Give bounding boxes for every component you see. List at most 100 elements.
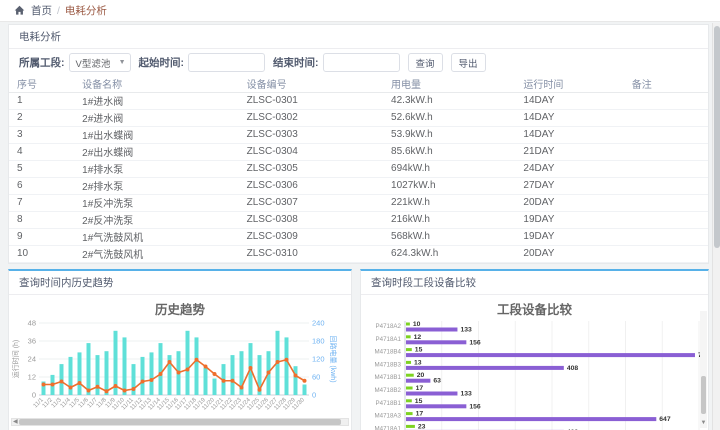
table-cell: 14DAY (515, 92, 623, 109)
table-cell: 1#进水阀 (74, 92, 238, 109)
table-cell: 2#排水泵 (74, 177, 238, 194)
compare-chart: P4718A210133P4718A112156M4718B415747M471… (361, 319, 706, 430)
table-cell: 20DAY (515, 245, 623, 262)
filter-bar: 所属工段: V型滤池 ▼ 起始时间: 结束时间: 查询 导出 (9, 49, 708, 76)
table-cell: 1#反冲洗泵 (74, 194, 238, 211)
table-cell: 568kW.h (383, 228, 515, 245)
table-cell (624, 92, 708, 109)
scroll-down-icon[interactable]: ▼ (700, 420, 707, 426)
table-row[interactable]: 42#出水蝶阀ZLSC-030485.6kW.h21DAY (9, 143, 708, 160)
export-button[interactable]: 导出 (451, 53, 486, 72)
svg-text:M4718B4: M4718B4 (375, 348, 402, 355)
table-row[interactable]: 51#排水泵ZLSC-0305694kW.h24DAY (9, 160, 708, 177)
table-cell (624, 211, 708, 228)
table-cell: ZLSC-0310 (239, 245, 383, 262)
svg-text:M4718B3: M4718B3 (375, 361, 402, 368)
svg-text:20: 20 (417, 372, 425, 379)
svg-text:60: 60 (312, 372, 320, 381)
section-label: 所属工段: (19, 55, 65, 70)
breadcrumb-home[interactable]: 首页 (31, 3, 52, 18)
trend-chart-title: 历史趋势 (9, 295, 351, 319)
svg-text:0: 0 (32, 390, 36, 399)
scrollbar-thumb[interactable] (19, 419, 342, 425)
svg-text:17: 17 (416, 410, 424, 417)
table-cell: 5 (9, 160, 74, 177)
svg-text:36: 36 (28, 336, 36, 345)
scroll-left-icon[interactable]: ◀ (12, 419, 19, 425)
table-header-cell: 备注 (624, 76, 708, 92)
table-cell (624, 194, 708, 211)
svg-text:M4718B1: M4718B1 (375, 374, 402, 381)
table-cell: ZLSC-0301 (239, 92, 383, 109)
table-cell: 8 (9, 211, 74, 228)
query-button[interactable]: 查询 (408, 53, 443, 72)
panel-title: 电耗分析 (9, 25, 708, 49)
svg-text:156: 156 (469, 339, 481, 346)
table-cell: 21DAY (515, 143, 623, 160)
svg-text:13: 13 (414, 359, 422, 366)
svg-text:24: 24 (28, 354, 36, 363)
svg-text:M4718B2: M4718B2 (375, 387, 402, 394)
table-row[interactable]: 22#进水阀ZLSC-030252.6kW.h14DAY (9, 109, 708, 126)
table-cell: ZLSC-0304 (239, 143, 383, 160)
start-time-input[interactable] (188, 53, 265, 72)
section-select-value: V型滤池 (76, 56, 111, 70)
table-cell: ZLSC-0308 (239, 211, 383, 228)
svg-text:运行时间 (h): 运行时间 (h) (11, 339, 20, 378)
table-row[interactable]: 71#反冲洗泵ZLSC-0307221kW.h20DAY (9, 194, 708, 211)
table-cell: 3 (9, 126, 74, 143)
svg-text:P4718B1: P4718B1 (376, 399, 402, 406)
section-select[interactable]: V型滤池 ▼ (69, 53, 131, 72)
compare-chart-title: 工段设备比较 (361, 295, 708, 319)
svg-text:12: 12 (414, 333, 422, 340)
table-row[interactable]: 102#气洗鼓风机ZLSC-0310624.3kW.h20DAY (9, 245, 708, 262)
end-time-input[interactable] (323, 53, 400, 72)
svg-text:133: 133 (460, 390, 472, 397)
table-cell (624, 160, 708, 177)
scrollbar-thumb[interactable] (701, 376, 706, 414)
table-cell: 6 (9, 177, 74, 194)
svg-text:133: 133 (460, 326, 472, 333)
table-cell: 19DAY (515, 211, 623, 228)
table-row[interactable]: 62#排水泵ZLSC-03061027kW.h27DAY (9, 177, 708, 194)
table-row[interactable]: 82#反冲洗泵ZLSC-0308216kW.h19DAY (9, 211, 708, 228)
table-row[interactable]: 11#进水阀ZLSC-030142.3kW.h14DAY (9, 92, 708, 109)
table-cell: 53.9kW.h (383, 126, 515, 143)
svg-text:12: 12 (28, 372, 36, 381)
table-cell: 27DAY (515, 177, 623, 194)
table-cell (624, 126, 708, 143)
svg-text:647: 647 (659, 416, 671, 423)
table-cell: 2#进水阀 (74, 109, 238, 126)
svg-text:63: 63 (433, 377, 441, 384)
table-row[interactable]: 31#出水蝶阀ZLSC-030353.9kW.h14DAY (9, 126, 708, 143)
table-cell: ZLSC-0307 (239, 194, 383, 211)
table-cell: 20DAY (515, 194, 623, 211)
device-compare-panel-header: 查询时段工段设备比较 (361, 271, 708, 295)
table-header-cell: 运行时间 (515, 76, 623, 92)
chevron-down-icon: ▼ (119, 59, 126, 66)
table-cell: 1#出水蝶阀 (74, 126, 238, 143)
table-row[interactable]: 91#气洗鼓风机ZLSC-0309568kW.h19DAY (9, 228, 708, 245)
table-header-row: 序号设备名称设备编号用电量运行时间备注 (9, 76, 708, 92)
table-cell: 42.3kW.h (383, 92, 515, 109)
table-cell: 1#排水泵 (74, 160, 238, 177)
table-header-cell: 设备名称 (74, 76, 238, 92)
svg-text:0: 0 (312, 390, 316, 399)
compare-vertical-scrollbar[interactable]: ▼ (700, 311, 707, 428)
device-power-table: 序号设备名称设备编号用电量运行时间备注 11#进水阀ZLSC-030142.3k… (9, 76, 708, 263)
table-cell: ZLSC-0303 (239, 126, 383, 143)
table-cell: 216kW.h (383, 211, 515, 228)
power-analysis-panel: 电耗分析 所属工段: V型滤池 ▼ 起始时间: 结束时间: 查询 导出 序号设备… (8, 24, 709, 264)
table-cell: 1027kW.h (383, 177, 515, 194)
home-icon[interactable] (14, 5, 25, 16)
table-cell: 1 (9, 92, 74, 109)
table-cell (624, 228, 708, 245)
table-cell: 624.3kW.h (383, 245, 515, 262)
svg-text:P4718A1: P4718A1 (376, 335, 402, 342)
scrollbar-thumb[interactable] (714, 26, 720, 248)
table-cell: 24DAY (515, 160, 623, 177)
table-cell (624, 177, 708, 194)
trend-chart: 001260241203618048240运行时间 (h)回路电量 (kwh)1… (9, 319, 337, 425)
trend-horizontal-scrollbar[interactable]: ◀ (11, 418, 349, 426)
page-vertical-scrollbar[interactable] (712, 23, 720, 430)
